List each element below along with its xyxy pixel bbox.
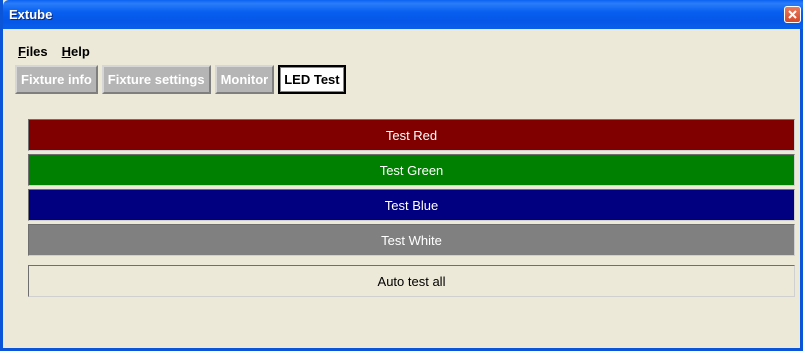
auto-test-all-button[interactable]: Auto test all [28,265,795,297]
menu-bar: Files Help [18,44,90,59]
tab-led-test[interactable]: LED Test [278,65,346,94]
menu-help[interactable]: Help [62,44,90,59]
test-red-button[interactable]: Test Red [28,119,795,151]
tab-fixture-info[interactable]: Fixture info [15,65,98,94]
app-window: Extube Files Help Fixture info Fixture s… [0,0,803,351]
test-green-button[interactable]: Test Green [28,154,795,186]
menu-help-mnemonic: H [61,44,72,59]
menu-files[interactable]: Files [18,44,48,59]
close-button[interactable] [784,6,801,23]
menu-help-label: elp [71,44,90,59]
menu-files-label: iles [25,44,48,59]
menu-files-mnemonic: F [18,44,26,59]
title-bar[interactable]: Extube [3,0,803,29]
window-title: Extube [9,7,53,22]
tab-monitor[interactable]: Monitor [214,65,275,94]
close-icon [788,10,797,19]
test-white-button[interactable]: Test White [28,224,795,256]
tab-strip: Fixture info Fixture settings Monitor LE… [15,65,346,94]
test-blue-button[interactable]: Test Blue [28,189,795,221]
tab-fixture-settings[interactable]: Fixture settings [101,65,211,94]
